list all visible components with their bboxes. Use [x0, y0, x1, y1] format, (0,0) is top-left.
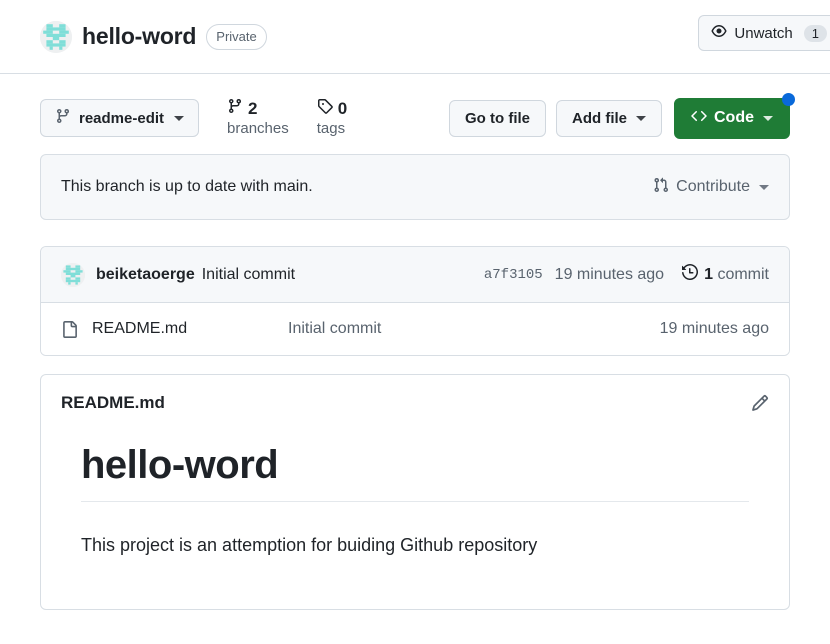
commit-author-avatar[interactable] [61, 262, 85, 287]
go-to-file-label: Go to file [465, 109, 530, 127]
commit-message[interactable]: Initial commit [202, 266, 295, 284]
branches-label: branches [227, 119, 289, 137]
go-to-file-button[interactable]: Go to file [449, 99, 546, 137]
file-name-link[interactable]: README.md [92, 320, 288, 338]
git-branch-icon [55, 108, 71, 128]
chevron-down-icon [174, 115, 185, 121]
visibility-badge: Private [206, 23, 267, 50]
repository-header: hello-word Private Unwatch 1 [0, 0, 830, 74]
unwatch-label: Unwatch [734, 24, 793, 42]
commit-sha[interactable]: a7f3105 [484, 267, 543, 283]
branch-name-label: readme-edit [79, 109, 165, 127]
tags-count: 0 [337, 98, 348, 118]
commit-count-label: commit [717, 265, 769, 283]
branches-count: 2 [248, 98, 258, 118]
branch-status-message: This branch is up to date with main. [61, 178, 313, 195]
identicon-avatar [40, 20, 72, 53]
tag-icon [317, 98, 333, 119]
file-table: beiketaoerge Initial commit a7f3105 19 m… [40, 246, 790, 356]
tags-label: tags [316, 119, 346, 137]
commit-count-link[interactable]: 1 commit [682, 263, 769, 285]
repository-toolbar: readme-edit 2 branches 0 tags Go to file [0, 74, 830, 146]
file-icon [61, 320, 78, 338]
add-file-label: Add file [572, 109, 627, 127]
history-clock-icon [682, 263, 699, 285]
file-timestamp: 19 minutes ago [659, 320, 769, 337]
readme-heading: hello-word [81, 443, 279, 487]
watch-count-badge: 1 [803, 24, 827, 42]
git-pull-request-icon [653, 177, 669, 198]
add-file-button[interactable]: Add file [556, 99, 662, 137]
file-commit-message[interactable]: Initial commit [288, 320, 660, 338]
code-brackets-icon [691, 108, 707, 129]
branch-status-bar: This branch is up to date with main. Con… [40, 154, 790, 220]
table-row[interactable]: README.md Initial commit 19 minutes ago [41, 303, 789, 355]
chevron-down-icon [763, 115, 773, 121]
readme-panel-header: README.md [41, 375, 789, 419]
chevron-down-icon [636, 115, 646, 121]
tags-stat[interactable]: 0 tags [317, 98, 347, 139]
readme-panel: README.md hello-word This project is an … [40, 374, 790, 610]
readme-paragraph: This project is an attemption for buidin… [81, 535, 538, 555]
notification-dot [782, 92, 795, 106]
code-button[interactable]: Code [674, 92, 795, 139]
eye-icon [711, 23, 727, 43]
contribute-label: Contribute [676, 178, 750, 195]
latest-commit-row: beiketaoerge Initial commit a7f3105 19 m… [41, 247, 789, 303]
chevron-down-icon [759, 184, 769, 190]
readme-panel-title: README.md [61, 393, 165, 412]
unwatch-button[interactable]: Unwatch 1 [698, 15, 830, 51]
git-branch-icon [227, 98, 243, 119]
commit-count-number: 1 [704, 265, 713, 283]
repository-content: This branch is up to date with main. Con… [0, 154, 830, 610]
commit-count-text: 1 commit [704, 266, 769, 284]
page-title[interactable]: hello-word [82, 23, 196, 50]
code-label: Code [714, 109, 754, 126]
header-actions: Unwatch 1 [698, 15, 830, 51]
branch-selector[interactable]: readme-edit [40, 99, 200, 137]
readme-content: hello-word This project is an attemption… [41, 419, 789, 569]
commit-timestamp: 19 minutes ago [554, 265, 665, 283]
repository-title-group: hello-word Private [40, 20, 267, 53]
commit-author-name[interactable]: beiketaoerge [96, 266, 195, 284]
pencil-icon[interactable] [751, 394, 769, 412]
branches-stat[interactable]: 2 branches [227, 98, 289, 139]
readme-divider [81, 501, 749, 502]
contribute-button[interactable]: Contribute [653, 177, 769, 198]
